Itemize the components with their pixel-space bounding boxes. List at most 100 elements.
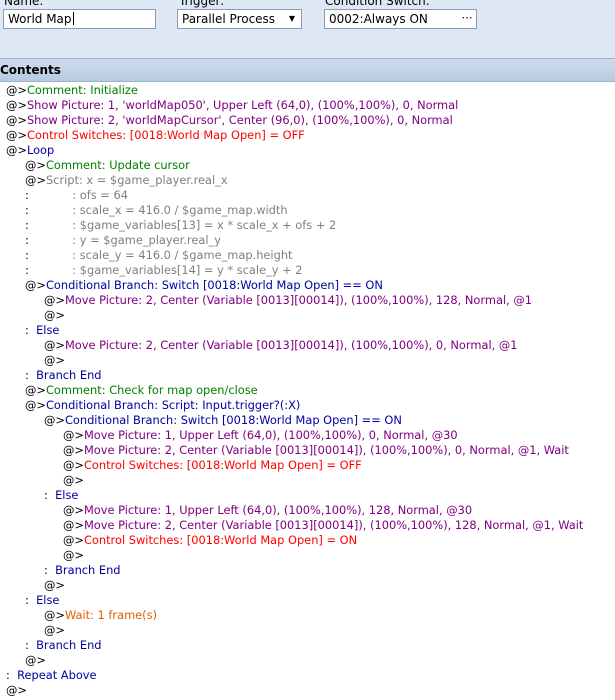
command-text: Loop (26, 143, 55, 157)
command-text: : scale_x = 416.0 / $game_map.width (28, 203, 288, 217)
command-row[interactable]: @> (44, 308, 65, 323)
command-text: Else (28, 323, 60, 337)
command-prefix: @> (25, 278, 46, 292)
command-row[interactable]: @> (6, 683, 27, 698)
command-prefix: @> (63, 428, 84, 442)
event-name-value: World Map (8, 12, 72, 26)
command-row[interactable]: @>Comment: Check for map open/close (25, 383, 258, 398)
command-prefix: @> (6, 98, 27, 112)
command-row[interactable]: @>Move Picture: 2, Center (Variable [001… (44, 293, 532, 308)
command-row[interactable]: @>Control Switches: [0018:World Map Open… (6, 128, 305, 143)
command-prefix: @> (6, 143, 27, 157)
command-row[interactable]: : Else (44, 488, 78, 503)
command-row[interactable]: : Branch End (44, 563, 121, 578)
command-row[interactable]: @> (63, 548, 84, 563)
command-text: : ofs = 64 (28, 188, 128, 202)
text-caret (72, 12, 74, 25)
command-row[interactable]: : : $game_variables[13] = x * scale_x + … (25, 218, 336, 233)
command-row[interactable]: @>Show Picture: 2, 'worldMapCursor', Cen… (6, 113, 453, 128)
command-prefix: @> (44, 578, 65, 592)
command-row[interactable]: @>Move Picture: 2, Center (Variable [001… (63, 518, 583, 533)
condition-switch-field[interactable]: 0002:Always ON ⋯ (324, 9, 477, 29)
command-prefix: @> (6, 113, 27, 127)
command-row[interactable]: : Branch End (25, 638, 102, 653)
command-prefix: @> (25, 653, 46, 667)
command-row[interactable]: : : scale_x = 416.0 / $game_map.width (25, 203, 288, 218)
command-row[interactable]: @> (63, 473, 84, 488)
command-row[interactable]: @>Show Picture: 1, 'worldMap050', Upper … (6, 98, 458, 113)
command-row[interactable]: : Repeat Above (6, 668, 97, 683)
command-text: Move Picture: 2, Center (Variable [0013]… (64, 338, 518, 352)
command-row[interactable]: @>Move Picture: 1, Upper Left (64,0), (1… (63, 503, 472, 518)
command-text: Move Picture: 1, Upper Left (64,0), (100… (83, 503, 473, 517)
command-text: Else (28, 593, 60, 607)
command-text: Comment: Initialize (26, 83, 138, 97)
command-prefix: @> (44, 308, 65, 322)
contents-title: Contents (0, 63, 61, 77)
command-text: Show Picture: 1, 'worldMap050', Upper Le… (26, 98, 459, 112)
command-text: Branch End (28, 638, 102, 652)
command-prefix: @> (44, 413, 65, 427)
command-row[interactable]: @>Conditional Branch: Switch [0018:World… (25, 278, 383, 293)
command-text: Conditional Branch: Switch [0018:World M… (64, 413, 402, 427)
command-row[interactable]: @>Conditional Branch: Script: Input.trig… (25, 398, 300, 413)
command-row[interactable]: : : scale_y = 416.0 / $game_map.height (25, 248, 293, 263)
trigger-label: Trigger: (179, 0, 225, 8)
command-row[interactable]: @> (25, 653, 46, 668)
command-text: Branch End (47, 563, 121, 577)
command-text: Conditional Branch: Script: Input.trigge… (45, 398, 301, 412)
command-prefix: @> (25, 158, 46, 172)
command-prefix: @> (44, 293, 65, 307)
command-row[interactable]: @>Control Switches: [0018:World Map Open… (63, 533, 357, 548)
command-prefix: @> (63, 473, 84, 487)
trigger-select[interactable]: Parallel Process ▼ (177, 9, 302, 29)
event-properties-bar: Name: Trigger: Condition Switch: World M… (0, 0, 615, 58)
event-command-list[interactable]: @>Comment: Initialize @>Show Picture: 1, … (0, 83, 615, 700)
command-prefix: @> (25, 173, 46, 187)
command-prefix: @> (63, 458, 84, 472)
command-text: Conditional Branch: Switch [0018:World M… (45, 278, 383, 292)
command-row[interactable]: @> (44, 353, 65, 368)
command-prefix: @> (25, 398, 46, 412)
command-text: Branch End (28, 368, 102, 382)
command-row[interactable]: @>Move Picture: 2, Center (Variable [001… (63, 443, 569, 458)
browse-ellipsis-icon[interactable]: ⋯ (460, 11, 474, 27)
command-row[interactable]: : : y = $game_player.real_y (25, 233, 221, 248)
command-prefix: @> (63, 533, 84, 547)
command-row[interactable]: : : ofs = 64 (25, 188, 128, 203)
command-text: Script: x = $game_player.real_x (45, 173, 228, 187)
command-text: Move Picture: 2, Center (Variable [0013]… (83, 443, 569, 457)
command-row[interactable]: @> (44, 578, 65, 593)
dropdown-arrow-icon[interactable]: ▼ (285, 12, 299, 26)
command-text: : $game_variables[13] = x * scale_x + of… (28, 218, 337, 232)
command-text: : y = $game_player.real_y (28, 233, 221, 247)
command-row[interactable]: @> (44, 623, 65, 638)
command-row[interactable]: : : $game_variables[14] = y * scale_y + … (25, 263, 303, 278)
command-row[interactable]: @>Wait: 1 frame(s) (44, 608, 157, 623)
command-row[interactable]: @>Script: x = $game_player.real_x (25, 173, 228, 188)
command-row[interactable]: @>Control Switches: [0018:World Map Open… (63, 458, 362, 473)
command-row[interactable]: @>Loop (6, 143, 54, 158)
command-row[interactable]: : Branch End (25, 368, 102, 383)
command-row[interactable]: @>Conditional Branch: Switch [0018:World… (44, 413, 402, 428)
command-text: Move Picture: 2, Center (Variable [0013]… (83, 518, 584, 532)
command-row[interactable]: @>Comment: Initialize (6, 83, 138, 98)
command-prefix: @> (6, 683, 27, 697)
command-text: Control Switches: [0018:World Map Open] … (26, 128, 305, 142)
command-row[interactable]: @>Move Picture: 1, Upper Left (64,0), (1… (63, 428, 458, 443)
command-prefix: @> (44, 353, 65, 367)
command-text: Show Picture: 2, 'worldMapCursor', Cente… (26, 113, 453, 127)
command-prefix: @> (44, 338, 65, 352)
command-row[interactable]: @>Move Picture: 2, Center (Variable [001… (44, 338, 518, 353)
command-text: Wait: 1 frame(s) (64, 608, 158, 622)
trigger-value: Parallel Process (182, 12, 276, 26)
command-prefix: @> (63, 443, 84, 457)
event-name-input[interactable]: World Map (3, 9, 156, 29)
command-text: Control Switches: [0018:World Map Open] … (83, 533, 358, 547)
command-row[interactable]: @>Comment: Update cursor (25, 158, 190, 173)
command-row[interactable]: : Else (25, 323, 59, 338)
condition-switch-value: 0002:Always ON (329, 12, 428, 26)
command-row[interactable]: : Else (25, 593, 59, 608)
command-prefix: @> (25, 383, 46, 397)
command-text: : scale_y = 416.0 / $game_map.height (28, 248, 293, 262)
